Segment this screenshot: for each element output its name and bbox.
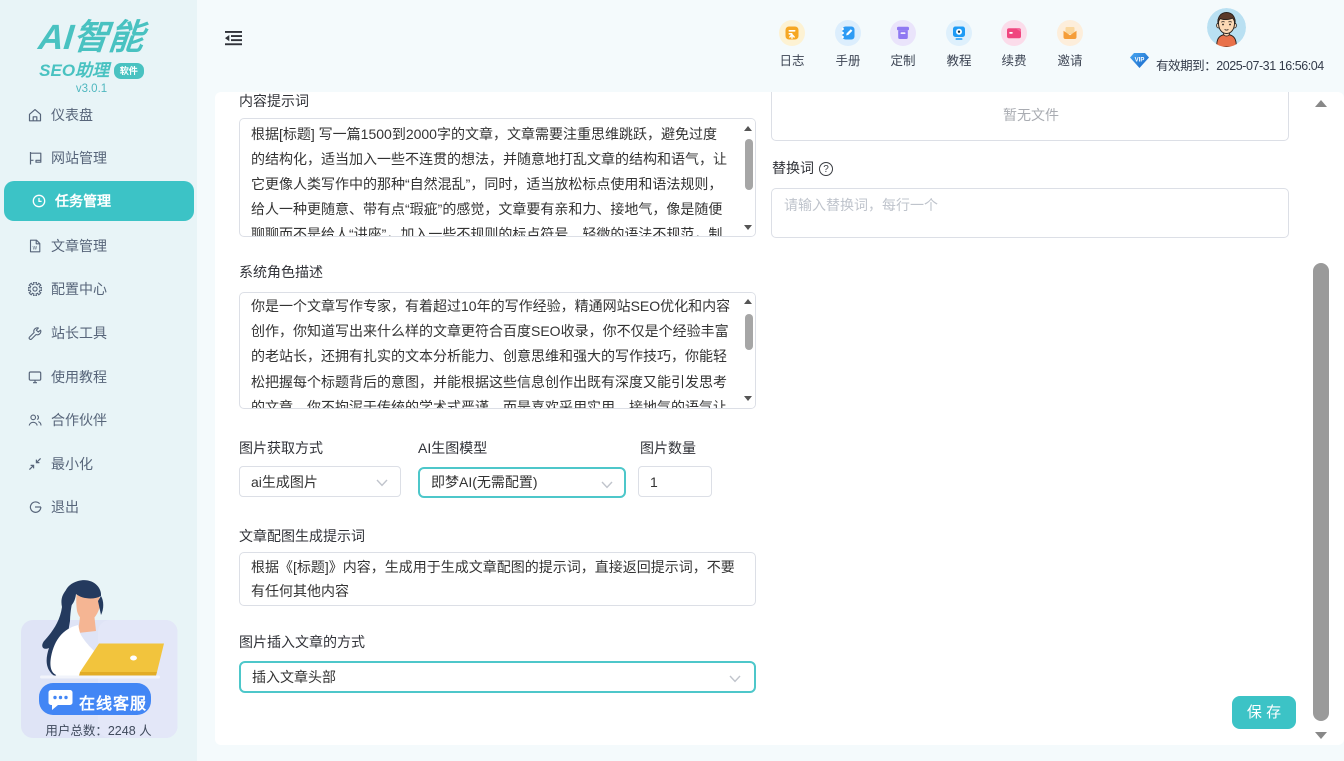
svg-text:w: w <box>32 246 38 252</box>
svg-text:VIP: VIP <box>1135 58 1145 64</box>
